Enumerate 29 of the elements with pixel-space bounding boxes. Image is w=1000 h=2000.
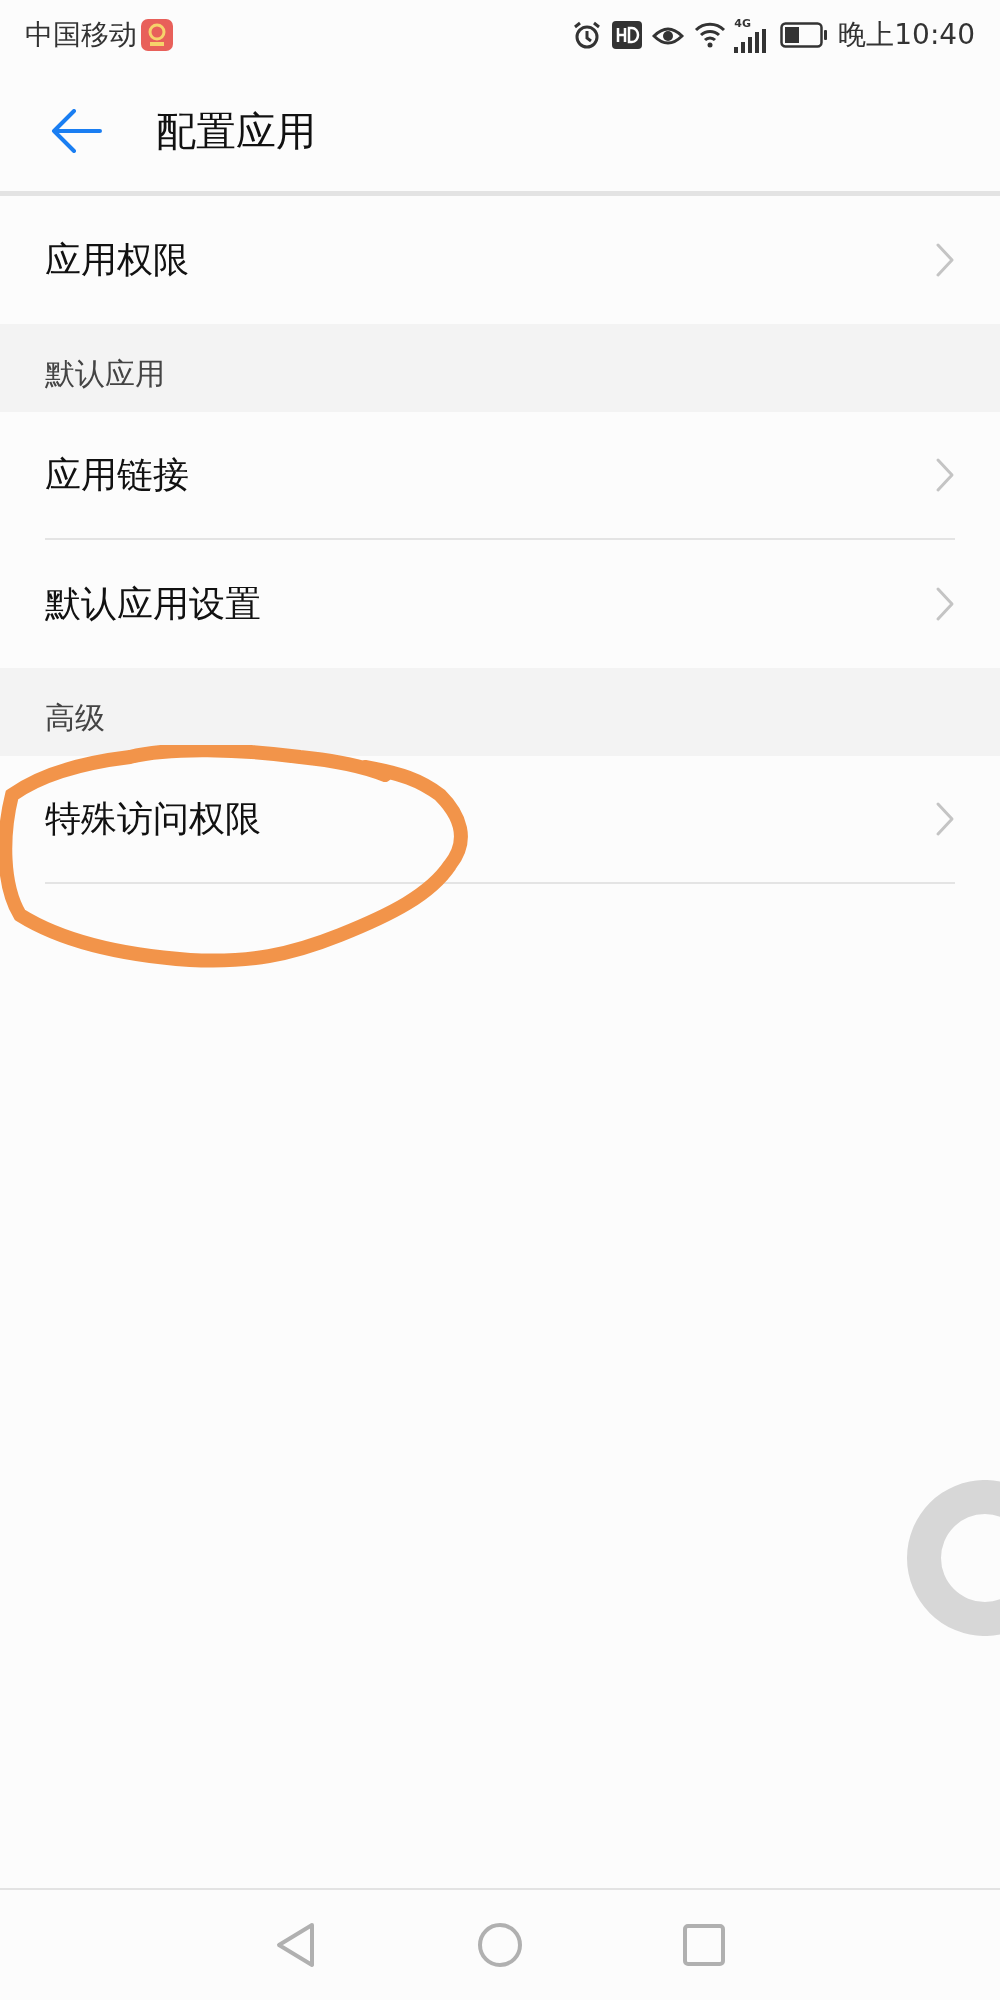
- network-type: 4G: [734, 17, 751, 29]
- back-icon[interactable]: [50, 108, 102, 153]
- carrier-name: 中国移动: [25, 17, 137, 53]
- section-header: 高级: [45, 699, 105, 737]
- row-label: 应用权限: [45, 238, 189, 282]
- signal-icon: [734, 28, 767, 53]
- hd-icon: [612, 21, 643, 49]
- floating-ring-icon[interactable]: [905, 1480, 1000, 1636]
- clock-time: 晚上10:40: [838, 17, 975, 53]
- recents-nav-icon[interactable]: [683, 1924, 725, 1966]
- app-notification-icon: [141, 19, 173, 51]
- page-title: 配置应用: [156, 106, 316, 156]
- row-label: 特殊访问权限: [45, 797, 261, 841]
- alarm-icon: [572, 20, 603, 50]
- settings-row[interactable]: 特殊访问权限: [45, 756, 955, 884]
- settings-row[interactable]: 默认应用设置: [45, 540, 955, 668]
- row-label: 默认应用设置: [45, 582, 261, 626]
- settings-row[interactable]: 应用链接: [45, 412, 955, 540]
- chevron-right-icon: [935, 801, 955, 837]
- home-nav-icon[interactable]: [477, 1922, 523, 1968]
- wifi-icon: [694, 21, 727, 49]
- chevron-right-icon: [935, 586, 955, 622]
- back-nav-icon[interactable]: [275, 1921, 317, 1969]
- battery-icon: [780, 22, 829, 48]
- chevron-right-icon: [935, 242, 955, 278]
- row-label: 应用链接: [45, 453, 189, 497]
- section-header: 默认应用: [45, 355, 165, 393]
- settings-row[interactable]: 应用权限: [45, 196, 955, 324]
- chevron-right-icon: [935, 457, 955, 493]
